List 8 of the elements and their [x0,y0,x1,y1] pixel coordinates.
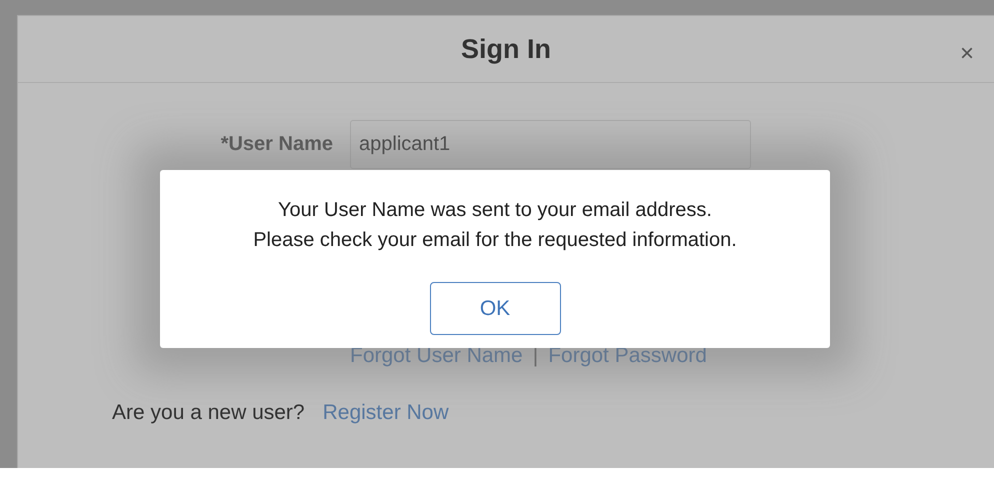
alert-message: Your User Name was sent to your email address. Please check your email for the requested information. [253,198,737,253]
register-now-link[interactable]: Register Now [322,401,449,425]
ok-button[interactable]: OK [430,282,560,335]
close-button[interactable]: × [960,42,974,66]
user-name-label: *User Name [220,133,333,156]
dialog-title: Sign In [461,34,551,64]
new-user-prompt: Are you a new user? [112,401,305,425]
user-name-field[interactable]: applicant1 [350,120,751,169]
